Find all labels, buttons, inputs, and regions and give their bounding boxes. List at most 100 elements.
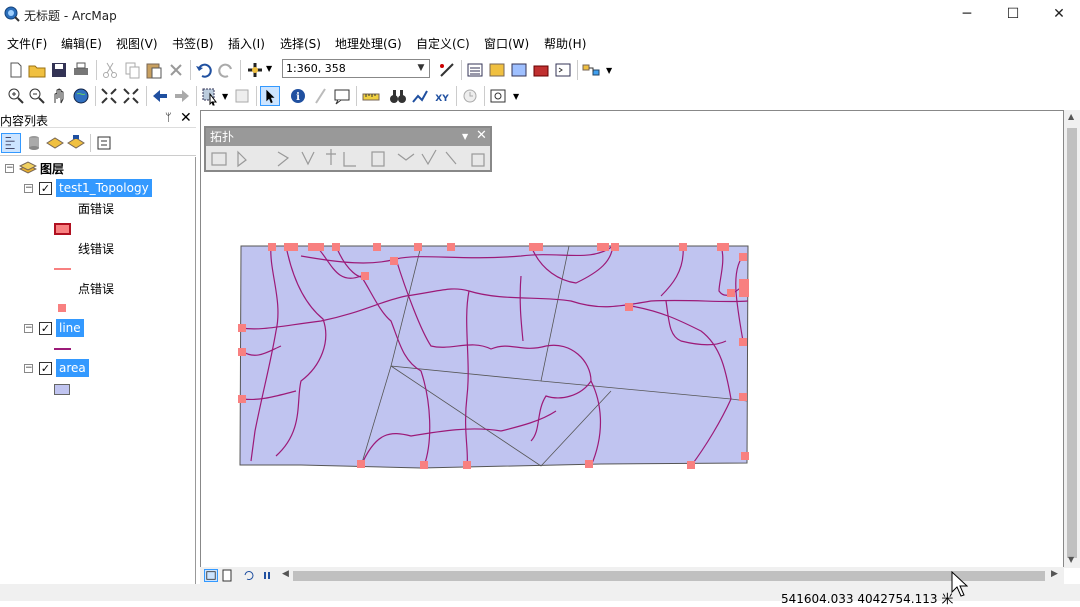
menu-file[interactable]: 文件(F): [7, 35, 47, 52]
menu-geoprocessing[interactable]: 地理处理(G): [335, 35, 402, 52]
area-swatch: [54, 384, 70, 395]
identify-icon[interactable]: i: [288, 86, 308, 106]
menu-edit[interactable]: 编辑(E): [61, 35, 102, 52]
python-window-icon[interactable]: [553, 60, 573, 80]
topology-expander[interactable]: −: [24, 184, 33, 193]
add-data-icon[interactable]: [245, 60, 265, 80]
list-by-selection-icon[interactable]: [66, 133, 86, 153]
topology-toolbar-menu-icon[interactable]: ▼: [462, 128, 468, 146]
back-extent-icon[interactable]: [150, 86, 170, 106]
topology-toolbar: 拓扑 ▼ ✕: [204, 126, 492, 172]
catalog-icon[interactable]: [487, 60, 507, 80]
menu-insert[interactable]: 插入(I): [228, 35, 265, 52]
zoom-out-icon[interactable]: [27, 86, 47, 106]
data-view-icon[interactable]: [204, 569, 218, 582]
layer-test1-topology[interactable]: test1_Topology: [56, 179, 152, 197]
vertical-scroll-thumb[interactable]: [1067, 128, 1077, 558]
map-canvas: [238, 243, 749, 469]
minimize-button[interactable]: ─: [944, 0, 990, 30]
toc-close-icon[interactable]: ✕: [180, 110, 192, 126]
table-of-contents: − 图层 − ✓ test1_Topology 面错误 线错误 点错误 − ✓ …: [0, 157, 196, 601]
search-window-icon[interactable]: [509, 60, 529, 80]
title-bar: 无标题 - ArcMap ─ ☐ ✕: [0, 0, 1080, 30]
list-by-source-icon[interactable]: [24, 133, 44, 153]
editor-toolbar-icon[interactable]: [437, 60, 457, 80]
modelbuilder-icon[interactable]: [581, 60, 601, 80]
pan-hand-icon[interactable]: [49, 86, 69, 106]
toc-pin-icon[interactable]: ᛘ: [165, 111, 172, 124]
time-slider-icon[interactable]: [460, 86, 480, 106]
map-scale-input[interactable]: 1:360, 358: [282, 59, 430, 78]
list-by-drawing-order-icon[interactable]: [1, 133, 21, 153]
vertical-scrollbar[interactable]: ▲ ▼: [1064, 110, 1080, 568]
measure-icon[interactable]: [361, 86, 381, 106]
map-display[interactable]: [200, 110, 1064, 568]
menu-view[interactable]: 视图(V): [116, 35, 158, 52]
topology-visibility-checkbox[interactable]: ✓: [39, 182, 52, 195]
zoom-in-icon[interactable]: [6, 86, 26, 106]
line-swatch: [54, 348, 71, 350]
menu-customize[interactable]: 自定义(C): [416, 35, 470, 52]
scale-dropdown-icon[interactable]: ▼: [414, 60, 428, 77]
layer-area[interactable]: area: [56, 359, 89, 377]
paste-icon[interactable]: [144, 60, 164, 80]
layers-expander[interactable]: −: [5, 164, 14, 173]
copy-icon[interactable]: [122, 60, 142, 80]
html-popup-icon[interactable]: [332, 86, 352, 106]
scroll-up-icon[interactable]: ▲: [1068, 112, 1074, 121]
find-binoculars-icon[interactable]: [388, 86, 408, 106]
select-elements-arrow-icon[interactable]: [260, 86, 280, 106]
create-viewer-window-icon[interactable]: [488, 86, 508, 106]
go-to-xy-icon[interactable]: XY: [432, 86, 452, 106]
toolbar-options-icon[interactable]: ▼: [606, 66, 612, 75]
area-visibility-checkbox[interactable]: ✓: [39, 362, 52, 375]
menu-help[interactable]: 帮助(H): [544, 35, 586, 52]
list-by-visibility-icon[interactable]: [45, 133, 65, 153]
undo-icon[interactable]: [194, 60, 214, 80]
layer-line[interactable]: line: [56, 319, 84, 337]
menu-windows[interactable]: 窗口(W): [484, 35, 529, 52]
table-of-contents-icon[interactable]: [465, 60, 485, 80]
save-icon[interactable]: [49, 60, 69, 80]
find-route-icon[interactable]: [410, 86, 430, 106]
select-dropdown-icon[interactable]: ▼: [222, 92, 228, 101]
pause-drawing-icon[interactable]: [260, 569, 274, 582]
hyperlink-icon[interactable]: [310, 86, 330, 106]
topology-toolbar-label: 拓扑: [210, 130, 235, 144]
cut-icon[interactable]: [100, 60, 120, 80]
clear-selection-icon[interactable]: [232, 86, 252, 106]
full-extent-globe-icon[interactable]: [71, 86, 91, 106]
scroll-down-icon[interactable]: ▼: [1068, 555, 1074, 564]
delete-icon[interactable]: [166, 60, 186, 80]
tools-options-icon[interactable]: ▼: [513, 92, 519, 101]
arcmap-globe-icon: [4, 6, 20, 22]
menu-bookmarks[interactable]: 书签(B): [172, 35, 214, 52]
redo-icon[interactable]: [216, 60, 236, 80]
area-expander[interactable]: −: [24, 364, 33, 373]
arctoolbox-icon[interactable]: [531, 60, 551, 80]
line-visibility-checkbox[interactable]: ✓: [39, 322, 52, 335]
line-expander[interactable]: −: [24, 324, 33, 333]
scroll-right-icon[interactable]: ▶: [1051, 569, 1058, 579]
new-document-icon[interactable]: [6, 60, 26, 80]
add-data-dropdown-icon[interactable]: ▼: [266, 64, 272, 73]
horizontal-scrollbar[interactable]: ◀ ▶: [200, 567, 1064, 584]
close-button[interactable]: ✕: [1036, 0, 1080, 30]
toc-options-icon[interactable]: [94, 133, 114, 153]
topology-toolbar-title: 拓扑 ▼ ✕: [206, 128, 490, 146]
fixed-zoom-out-icon[interactable]: [121, 86, 141, 106]
fixed-zoom-in-icon[interactable]: [99, 86, 119, 106]
print-icon[interactable]: [71, 60, 91, 80]
window-title: 无标题 - ArcMap: [24, 9, 117, 23]
menu-selection[interactable]: 选择(S): [280, 35, 321, 52]
refresh-icon[interactable]: [242, 569, 256, 582]
scroll-left-icon[interactable]: ◀: [282, 569, 289, 579]
layout-view-icon[interactable]: [220, 569, 234, 582]
open-folder-icon[interactable]: [27, 60, 47, 80]
topology-toolbar-close-icon[interactable]: ✕: [476, 127, 487, 145]
select-features-icon[interactable]: [200, 86, 220, 106]
topology-tools-row[interactable]: [210, 148, 486, 170]
horizontal-scroll-thumb[interactable]: [293, 571, 1045, 581]
forward-extent-icon[interactable]: [172, 86, 192, 106]
maximize-button[interactable]: ☐: [990, 0, 1036, 30]
